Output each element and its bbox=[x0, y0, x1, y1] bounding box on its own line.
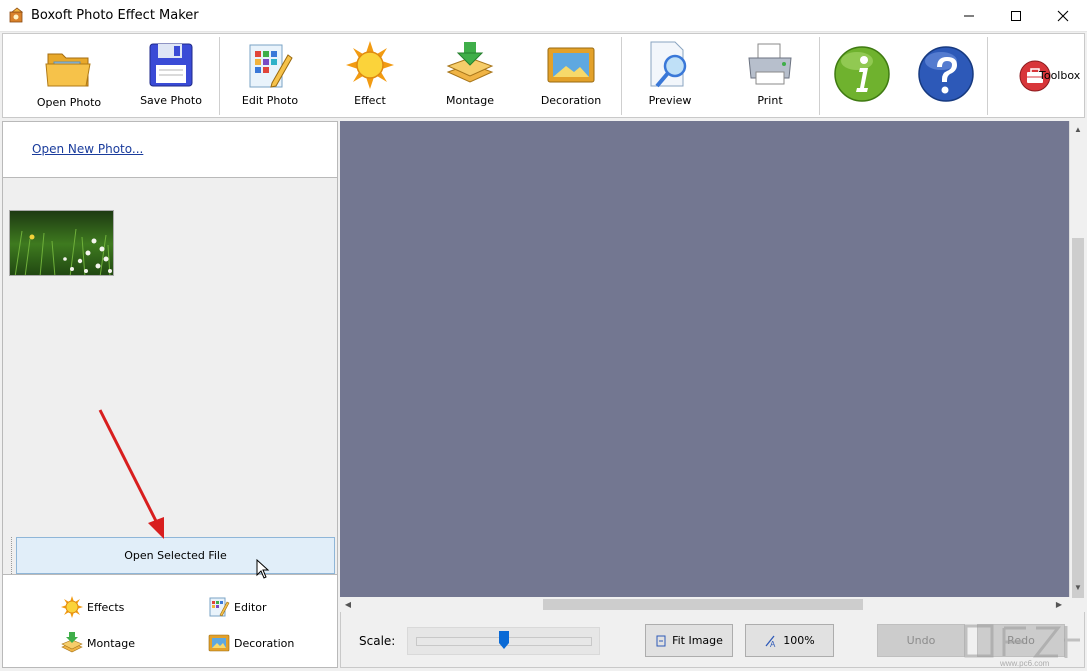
decoration-tab-label: Decoration bbox=[234, 636, 295, 650]
watermark-logo: www.pc6.com bbox=[964, 624, 1080, 668]
thumbnail-image bbox=[10, 211, 113, 275]
preview-button[interactable]: Preview bbox=[625, 34, 715, 117]
minimize-button[interactable] bbox=[946, 0, 992, 31]
floppy-disk-icon bbox=[149, 43, 193, 87]
edit-photo-button[interactable]: Edit Photo bbox=[225, 34, 315, 117]
close-icon bbox=[1057, 10, 1069, 21]
title-bar: Boxoft Photo Effect Maker bbox=[0, 0, 1087, 32]
decoration-button[interactable]: Decoration bbox=[525, 34, 617, 117]
actual-size-icon: A bbox=[765, 635, 776, 648]
info-icon bbox=[834, 46, 890, 102]
horizontal-scrollbar[interactable]: ◀ ▶ bbox=[340, 597, 1069, 612]
close-button[interactable] bbox=[1040, 0, 1086, 31]
undo-label: Undo bbox=[906, 634, 936, 647]
effects-tab[interactable]: Effects bbox=[61, 596, 124, 618]
effect-button[interactable]: Effect bbox=[325, 34, 415, 117]
toolbar-separator bbox=[819, 37, 820, 115]
toolbar-separator bbox=[219, 37, 220, 115]
scroll-up-arrow-icon[interactable]: ▲ bbox=[1072, 123, 1084, 135]
open-photo-button[interactable]: Open Photo bbox=[23, 34, 115, 117]
folder-icon bbox=[45, 53, 91, 87]
app-icon bbox=[9, 7, 24, 23]
picture-frame-icon bbox=[547, 47, 595, 83]
scroll-left-arrow-icon[interactable]: ◀ bbox=[342, 598, 354, 610]
preview-label: Preview bbox=[648, 94, 692, 107]
open-new-photo-link[interactable]: Open New Photo... bbox=[32, 142, 143, 156]
undo-button[interactable]: Undo bbox=[877, 624, 965, 657]
save-photo-label: Save Photo bbox=[140, 94, 202, 107]
effect-label: Effect bbox=[354, 94, 386, 107]
printer-icon bbox=[748, 43, 792, 85]
montage-tab-label: Montage bbox=[87, 636, 135, 650]
scroll-down-arrow-icon[interactable]: ▼ bbox=[1072, 581, 1084, 593]
category-tabs: Effects Editor Montage Decoration bbox=[3, 574, 337, 667]
vertical-scroll-thumb[interactable] bbox=[1072, 238, 1084, 598]
magnifier-document-icon bbox=[650, 41, 687, 88]
toolbox-button[interactable]: Toolbox bbox=[999, 34, 1083, 117]
main-toolbar: Open Photo Save Photo Edit Photo Effect … bbox=[2, 33, 1085, 118]
print-label: Print bbox=[757, 94, 783, 107]
maximize-icon bbox=[1011, 10, 1021, 21]
picture-frame-icon bbox=[208, 634, 230, 652]
montage-icon bbox=[446, 42, 494, 83]
editor-tab-label: Editor bbox=[234, 600, 267, 614]
decoration-tab[interactable]: Decoration bbox=[208, 632, 294, 654]
montage-tab[interactable]: Montage bbox=[61, 632, 135, 654]
toolbar-separator bbox=[621, 37, 622, 115]
minimize-icon bbox=[964, 15, 974, 16]
decoration-label: Decoration bbox=[540, 94, 602, 107]
zoom-100-label: 100% bbox=[783, 634, 815, 647]
fit-image-button[interactable]: Fit Image bbox=[645, 624, 733, 657]
slider-thumb[interactable] bbox=[499, 631, 509, 649]
montage-icon bbox=[61, 632, 83, 653]
open-new-section: Open New Photo... bbox=[3, 122, 337, 178]
sun-icon bbox=[346, 41, 394, 89]
watermark-text: www.pc6.com bbox=[999, 659, 1050, 668]
help-button[interactable] bbox=[915, 34, 977, 117]
effects-tab-label: Effects bbox=[87, 600, 125, 614]
help-icon bbox=[918, 46, 974, 102]
print-button[interactable]: Print bbox=[725, 34, 815, 117]
toolbar-separator bbox=[987, 37, 988, 115]
scale-label: Scale: bbox=[359, 634, 396, 648]
scroll-right-arrow-icon[interactable]: ▶ bbox=[1053, 598, 1065, 610]
open-selected-file-button[interactable]: Open Selected File bbox=[16, 537, 335, 574]
zoom-100-button[interactable]: A 100% bbox=[745, 624, 834, 657]
save-photo-button[interactable]: Save Photo bbox=[125, 34, 217, 117]
open-photo-label: Open Photo bbox=[36, 96, 102, 109]
photo-browser-panel: Open New Photo... Open Selected File Eff… bbox=[2, 121, 338, 668]
image-canvas[interactable] bbox=[340, 121, 1069, 597]
montage-label: Montage bbox=[446, 94, 494, 107]
window-title: Boxoft Photo Effect Maker bbox=[31, 8, 199, 23]
maximize-button[interactable] bbox=[993, 0, 1039, 31]
sun-icon bbox=[61, 596, 83, 618]
mouse-cursor-icon bbox=[256, 559, 270, 579]
scale-slider[interactable] bbox=[407, 627, 600, 655]
dotted-divider bbox=[11, 537, 12, 574]
info-button[interactable] bbox=[831, 34, 893, 117]
toolbox-label: Toolbox bbox=[1039, 69, 1081, 82]
fit-image-label: Fit Image bbox=[672, 634, 723, 647]
edit-photo-label: Edit Photo bbox=[241, 94, 299, 107]
editor-tab[interactable]: Editor bbox=[208, 596, 267, 618]
edit-photo-icon bbox=[249, 44, 293, 88]
montage-button[interactable]: Montage bbox=[425, 34, 515, 117]
photo-thumbnail[interactable] bbox=[9, 210, 114, 276]
vertical-scrollbar[interactable]: ▲ ▼ bbox=[1069, 121, 1085, 598]
horizontal-scroll-thumb[interactable] bbox=[543, 599, 863, 610]
svg-text:A: A bbox=[770, 640, 776, 648]
edit-photo-icon bbox=[209, 597, 230, 617]
fit-image-icon bbox=[656, 635, 666, 646]
